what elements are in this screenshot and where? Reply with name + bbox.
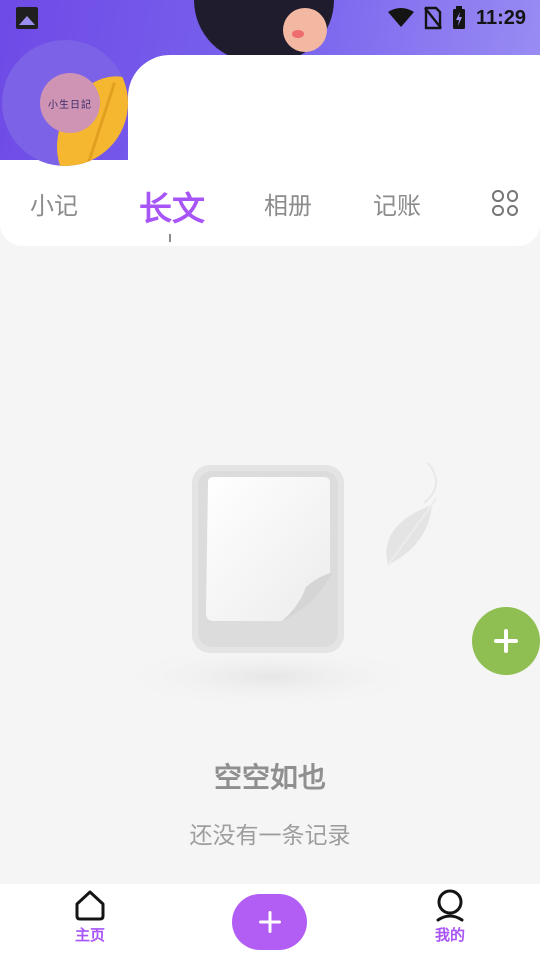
app-screen: 小生日記 11:29 小记 长文 相册 记账 空空如也 还没有一条记录 主页 我… xyxy=(0,0,540,960)
plus-icon xyxy=(258,911,281,933)
nav-mine-label: 我的 xyxy=(434,926,465,944)
status-icons: 11:29 xyxy=(387,6,526,30)
empty-state-title: 空空如也 xyxy=(213,761,326,794)
nav-mine[interactable]: 我的 xyxy=(405,888,495,945)
home-icon xyxy=(75,890,105,921)
wifi-icon xyxy=(387,8,414,27)
nav-add-button[interactable] xyxy=(232,894,307,950)
profile-icon xyxy=(436,889,464,922)
app-logo: 小生日記 xyxy=(40,73,100,133)
tab-indicator xyxy=(169,234,171,242)
image-icon xyxy=(16,7,38,29)
nav-home-label: 主页 xyxy=(74,926,105,944)
no-sim-icon xyxy=(424,6,442,30)
nav-home[interactable]: 主页 xyxy=(45,888,135,945)
status-time: 11:29 xyxy=(475,6,526,29)
empty-document-illustration xyxy=(110,462,437,709)
app-logo-text: 小生日記 xyxy=(48,99,92,111)
plus-icon xyxy=(494,629,518,653)
tab-notes[interactable]: 小记 xyxy=(30,186,78,221)
empty-state-subtitle: 还没有一条记录 xyxy=(189,823,351,849)
tab-album[interactable]: 相册 xyxy=(264,186,312,221)
category-tabs: 小记 长文 相册 记账 xyxy=(0,168,540,246)
tab-long-text[interactable]: 长文 xyxy=(139,182,205,230)
tab-accounting[interactable]: 记账 xyxy=(373,186,421,221)
bottom-navigation: 主页 我的 xyxy=(0,884,540,960)
add-entry-button[interactable] xyxy=(472,607,540,675)
status-bar: 11:29 xyxy=(0,0,540,36)
battery-charging-icon xyxy=(452,6,465,29)
grid-icon[interactable] xyxy=(492,190,518,216)
